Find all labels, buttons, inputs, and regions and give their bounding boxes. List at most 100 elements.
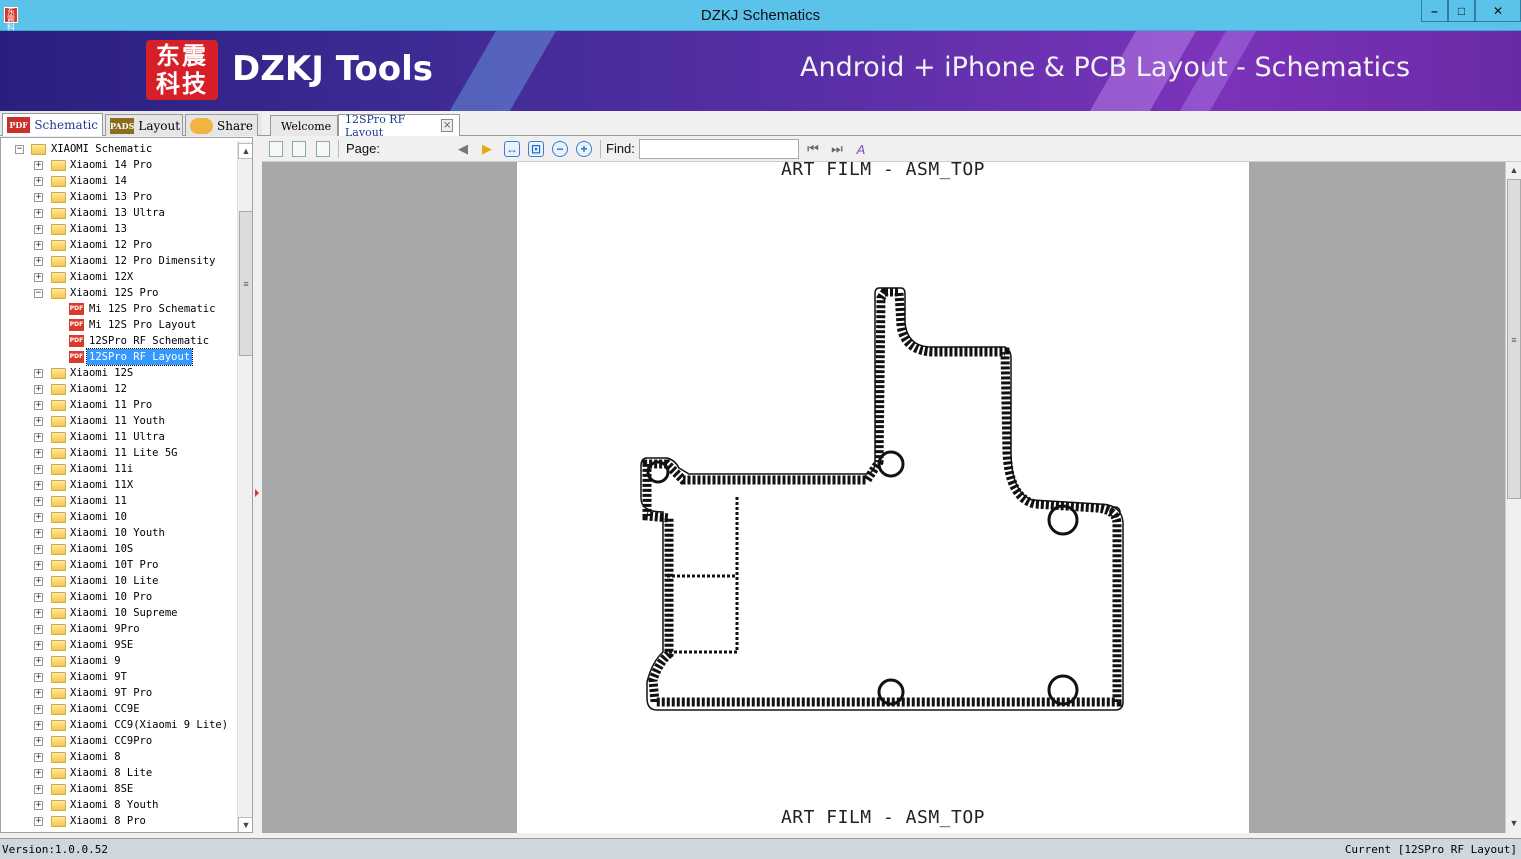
- expand-icon[interactable]: +: [34, 385, 43, 394]
- tree-folder-item[interactable]: + Xiaomi 8 Youth: [1, 797, 237, 813]
- tree-folder-item[interactable]: + Xiaomi 10: [1, 509, 237, 525]
- scroll-up-icon[interactable]: ▲: [1506, 163, 1521, 179]
- tree-folder-item[interactable]: + Xiaomi 10 Lite: [1, 573, 237, 589]
- scroll-down-icon[interactable]: ▼: [238, 817, 252, 832]
- expand-icon[interactable]: +: [34, 257, 43, 266]
- expand-icon[interactable]: +: [34, 641, 43, 650]
- find-next-icon[interactable]: ⏭: [828, 140, 846, 158]
- open-document-icon[interactable]: [269, 141, 283, 157]
- scroll-thumb[interactable]: ≡: [1507, 179, 1521, 499]
- previous-page-icon[interactable]: ◀: [454, 140, 472, 158]
- tree-folder-item[interactable]: + Xiaomi 10S: [1, 541, 237, 557]
- expand-icon[interactable]: +: [34, 785, 43, 794]
- viewer-scrollbar[interactable]: ▲ ≡ ▼: [1505, 162, 1521, 833]
- expand-icon[interactable]: +: [34, 737, 43, 746]
- tree-folder-item[interactable]: + Xiaomi 11 Youth: [1, 413, 237, 429]
- expand-icon[interactable]: +: [34, 433, 43, 442]
- tree-folder-item[interactable]: + Xiaomi 11 Pro: [1, 397, 237, 413]
- tree-folder-item[interactable]: + Xiaomi 9T Pro: [1, 685, 237, 701]
- tree-file-item[interactable]: PDF 12SPro RF Schematic: [1, 333, 237, 349]
- tree-folder-item[interactable]: + Xiaomi 14: [1, 173, 237, 189]
- scroll-up-icon[interactable]: ▲: [238, 143, 252, 159]
- tree-folder-item[interactable]: − Xiaomi 12S Pro: [1, 285, 237, 301]
- tree-folder-item[interactable]: + Xiaomi 8: [1, 749, 237, 765]
- minimize-button[interactable]: –: [1421, 0, 1448, 22]
- expand-icon[interactable]: +: [34, 161, 43, 170]
- tree-file-item[interactable]: PDF Mi 12S Pro Schematic: [1, 301, 237, 317]
- find-previous-icon[interactable]: ⏮: [804, 140, 822, 158]
- collapse-icon[interactable]: −: [34, 289, 43, 298]
- expand-icon[interactable]: +: [34, 273, 43, 282]
- expand-icon[interactable]: +: [34, 177, 43, 186]
- tree-folder-item[interactable]: + Xiaomi 12 Pro: [1, 237, 237, 253]
- tree-folder-item[interactable]: + Xiaomi 9T: [1, 669, 237, 685]
- scroll-thumb[interactable]: ≡: [239, 211, 252, 356]
- duplicate-page-icon[interactable]: [316, 141, 330, 157]
- next-page-icon[interactable]: ▶: [478, 140, 496, 158]
- zoom-in-icon[interactable]: +: [576, 141, 592, 157]
- expand-icon[interactable]: +: [34, 609, 43, 618]
- tree-folder-item[interactable]: + Xiaomi 11 Ultra: [1, 429, 237, 445]
- tree-folder-item[interactable]: + Xiaomi CC9(Xiaomi 9 Lite): [1, 717, 237, 733]
- expand-icon[interactable]: +: [34, 529, 43, 538]
- tree-folder-item[interactable]: + Xiaomi 8 Lite: [1, 765, 237, 781]
- expand-icon[interactable]: +: [34, 769, 43, 778]
- tree-folder-item[interactable]: + Xiaomi 10 Pro: [1, 589, 237, 605]
- fit-width-icon[interactable]: ↔: [504, 141, 520, 157]
- expand-icon[interactable]: +: [34, 721, 43, 730]
- tree-folder-item[interactable]: + Xiaomi 13 Ultra: [1, 205, 237, 221]
- tree-folder-item[interactable]: + Xiaomi 12 Pro Dimensity: [1, 253, 237, 269]
- expand-icon[interactable]: +: [34, 689, 43, 698]
- expand-icon[interactable]: +: [34, 401, 43, 410]
- tree-folder-item[interactable]: + Xiaomi 9SE: [1, 637, 237, 653]
- expand-icon[interactable]: +: [34, 193, 43, 202]
- tree-root[interactable]: − XIAOMI Schematic: [1, 141, 237, 157]
- panel-splitter[interactable]: [253, 137, 261, 833]
- maximize-button[interactable]: □: [1448, 0, 1475, 22]
- expand-icon[interactable]: +: [34, 481, 43, 490]
- tab-12spro-rf-layout[interactable]: 12SPro RF Layout ×: [338, 113, 460, 139]
- tree-folder-item[interactable]: + Xiaomi 10 Supreme: [1, 605, 237, 621]
- collapse-arrow-icon[interactable]: [255, 489, 259, 497]
- zoom-out-icon[interactable]: −: [552, 141, 568, 157]
- tree-folder-item[interactable]: + Xiaomi 13: [1, 221, 237, 237]
- tree-folder-item[interactable]: + Xiaomi 10 Youth: [1, 525, 237, 541]
- tree-folder-item[interactable]: + Xiaomi 13 Pro: [1, 189, 237, 205]
- tree-folder-item[interactable]: + Xiaomi 9Pro: [1, 621, 237, 637]
- expand-icon[interactable]: +: [34, 497, 43, 506]
- tree-folder-item[interactable]: + Xiaomi 12X: [1, 269, 237, 285]
- expand-icon[interactable]: +: [34, 593, 43, 602]
- highlight-text-icon[interactable]: A: [852, 140, 870, 158]
- collapse-icon[interactable]: −: [15, 145, 24, 154]
- tree-folder-item[interactable]: + Xiaomi 8 Pro: [1, 813, 237, 829]
- expand-icon[interactable]: +: [34, 625, 43, 634]
- tree-file-item[interactable]: PDF 12SPro RF Layout: [1, 348, 237, 366]
- expand-icon[interactable]: +: [34, 417, 43, 426]
- expand-icon[interactable]: +: [34, 241, 43, 250]
- tree-scrollbar[interactable]: ▲ ≡ ▼: [237, 141, 252, 832]
- close-button[interactable]: ✕: [1475, 0, 1521, 22]
- expand-icon[interactable]: +: [34, 673, 43, 682]
- tree-folder-item[interactable]: + Xiaomi CC9E: [1, 701, 237, 717]
- copy-page-icon[interactable]: [292, 141, 306, 157]
- tree-folder-item[interactable]: + Xiaomi CC9Pro: [1, 733, 237, 749]
- expand-icon[interactable]: +: [34, 513, 43, 522]
- tree-file-item[interactable]: PDF Mi 12S Pro Layout: [1, 317, 237, 333]
- expand-icon[interactable]: +: [34, 465, 43, 474]
- fit-page-icon[interactable]: ⊡: [528, 141, 544, 157]
- tab-welcome[interactable]: Welcome: [270, 115, 338, 136]
- expand-icon[interactable]: +: [34, 705, 43, 714]
- tree-folder-item[interactable]: + Xiaomi 9: [1, 653, 237, 669]
- expand-icon[interactable]: +: [34, 577, 43, 586]
- expand-icon[interactable]: +: [34, 801, 43, 810]
- tab-share[interactable]: Share: [185, 114, 258, 136]
- tree-folder-item[interactable]: + Xiaomi 10T Pro: [1, 557, 237, 573]
- pdf-viewer[interactable]: ART FILM - ASM_TOP ART FILM - ASM_TOP: [262, 162, 1505, 833]
- expand-icon[interactable]: +: [34, 753, 43, 762]
- expand-icon[interactable]: +: [34, 369, 43, 378]
- tree-folder-item[interactable]: + Xiaomi 12S: [1, 365, 237, 381]
- tree-folder-item[interactable]: + Xiaomi 11i: [1, 461, 237, 477]
- tree-folder-item[interactable]: + Xiaomi 14 Pro: [1, 157, 237, 173]
- pdf-page[interactable]: ART FILM - ASM_TOP ART FILM - ASM_TOP: [517, 162, 1249, 833]
- expand-icon[interactable]: +: [34, 449, 43, 458]
